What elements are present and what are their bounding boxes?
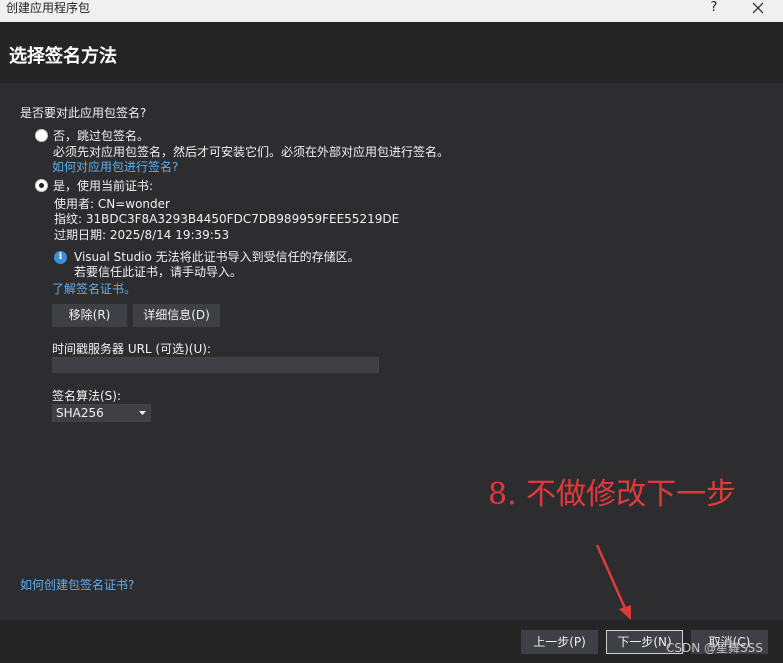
radio-use-current-cert[interactable] [35,179,48,192]
learn-signing-cert-link[interactable]: 了解签名证书。 [52,280,136,297]
page-header: 选择签名方法 [0,22,783,83]
arrow-icon [595,544,631,620]
skip-signing-label: 否，跳过包签名。 [53,129,150,143]
timestamp-url-label: 时间戳服务器 URL (可选)(U): [52,342,211,356]
annotation-text: 8. 不做修改下一步 [488,477,737,512]
watermark: CSDN @星舞SSS [666,641,763,655]
content-area: 是否要对此应用包签名? 否，跳过包签名。 必须先对应用包签名，然后才可安装它们。… [0,83,783,620]
close-icon [752,2,764,14]
details-button[interactable]: 详细信息(D) [133,304,220,327]
remove-button[interactable]: 移除(R) [52,304,127,327]
create-cert-link[interactable]: 如何创建包签名证书? [20,576,134,593]
info-icon: i [54,251,67,264]
sign-prompt: 是否要对此应用包签名? [20,106,147,120]
previous-button[interactable]: 上一步(P) [521,630,598,654]
how-to-sign-link[interactable]: 如何对应用包进行签名? [52,158,178,175]
cert-expiry: 过期日期: 2025/8/14 19:39:53 [54,228,230,242]
help-button[interactable]: ? [706,0,722,16]
chevron-down-icon [139,411,146,415]
footer-bar: 上一步(P) 下一步(N) 取消(C) CSDN @星舞SSS [0,620,783,663]
title-bar: 创建应用程序包 ? [0,0,783,22]
cert-thumbprint: 指纹: 31BDC3F8A3293B4450FDC7DB989959FEE552… [54,212,400,226]
window-title: 创建应用程序包 [6,1,91,15]
use-current-cert-label: 是，使用当前证书: [53,179,154,193]
signing-algorithm-label: 签名算法(S): [52,389,122,403]
signing-algorithm-value: SHA256 [56,406,104,420]
page-title: 选择签名方法 [9,46,117,67]
radio-skip-signing[interactable] [35,129,48,142]
timestamp-url-input[interactable] [52,357,379,373]
close-button[interactable] [745,0,771,18]
cert-info-line2: 若要信任此证书，请手动导入。 [74,265,243,279]
signing-algorithm-select[interactable]: SHA256 [52,404,151,422]
